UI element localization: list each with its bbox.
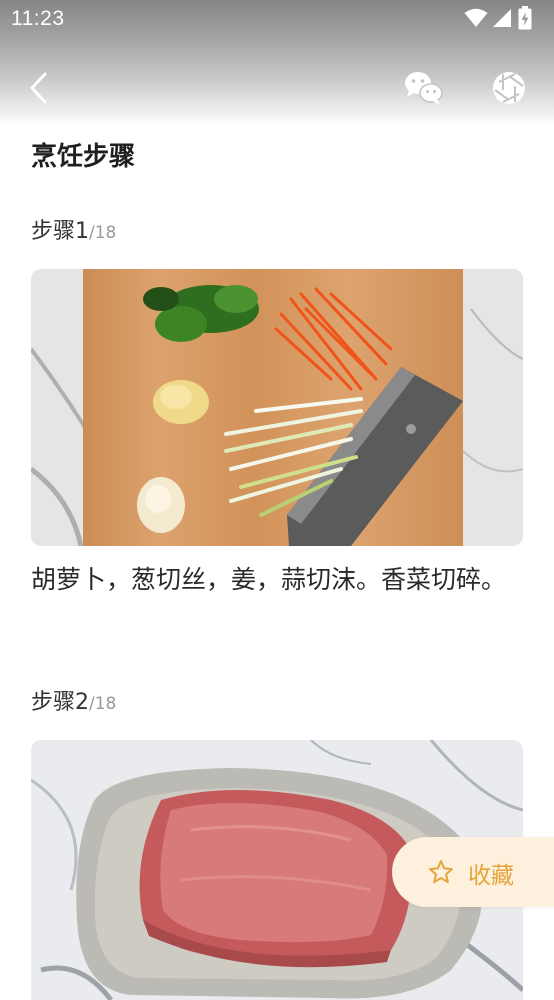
step-2-header: 步骤2/18 — [31, 684, 116, 716]
step-1-photo — [31, 269, 523, 546]
nav-bar — [0, 62, 554, 114]
section-title: 烹饪步骤 — [31, 142, 136, 172]
top-header: 11:23 — [0, 0, 554, 126]
star-outline-icon — [429, 860, 453, 884]
wifi-icon — [464, 8, 488, 27]
status-icons — [464, 6, 544, 30]
step-1-photo-art — [31, 269, 523, 546]
share-moments-button[interactable] — [489, 68, 529, 108]
chevron-left-icon — [30, 72, 47, 104]
status-time: 11:23 — [11, 7, 65, 30]
favorite-label: 收藏 — [468, 863, 514, 889]
battery-charging-icon — [518, 6, 532, 30]
cellular-signal-icon — [493, 9, 511, 27]
back-button[interactable] — [22, 70, 58, 106]
wechat-icon — [405, 72, 443, 105]
moments-aperture-icon — [493, 72, 525, 104]
step-1-description: 胡萝卜，葱切丝，姜，蒜切沫。香菜切碎。 — [31, 565, 507, 594]
step-2-total: /18 — [89, 694, 117, 714]
step-1-total: /18 — [89, 223, 117, 243]
step-2-label: 步骤2 — [31, 690, 89, 715]
favorite-button[interactable]: 收藏 — [392, 837, 554, 907]
status-bar: 11:23 — [0, 0, 554, 38]
step-1-label: 步骤1 — [31, 219, 89, 244]
share-wechat-button[interactable] — [402, 68, 446, 108]
step-1-header: 步骤1/18 — [31, 213, 116, 245]
